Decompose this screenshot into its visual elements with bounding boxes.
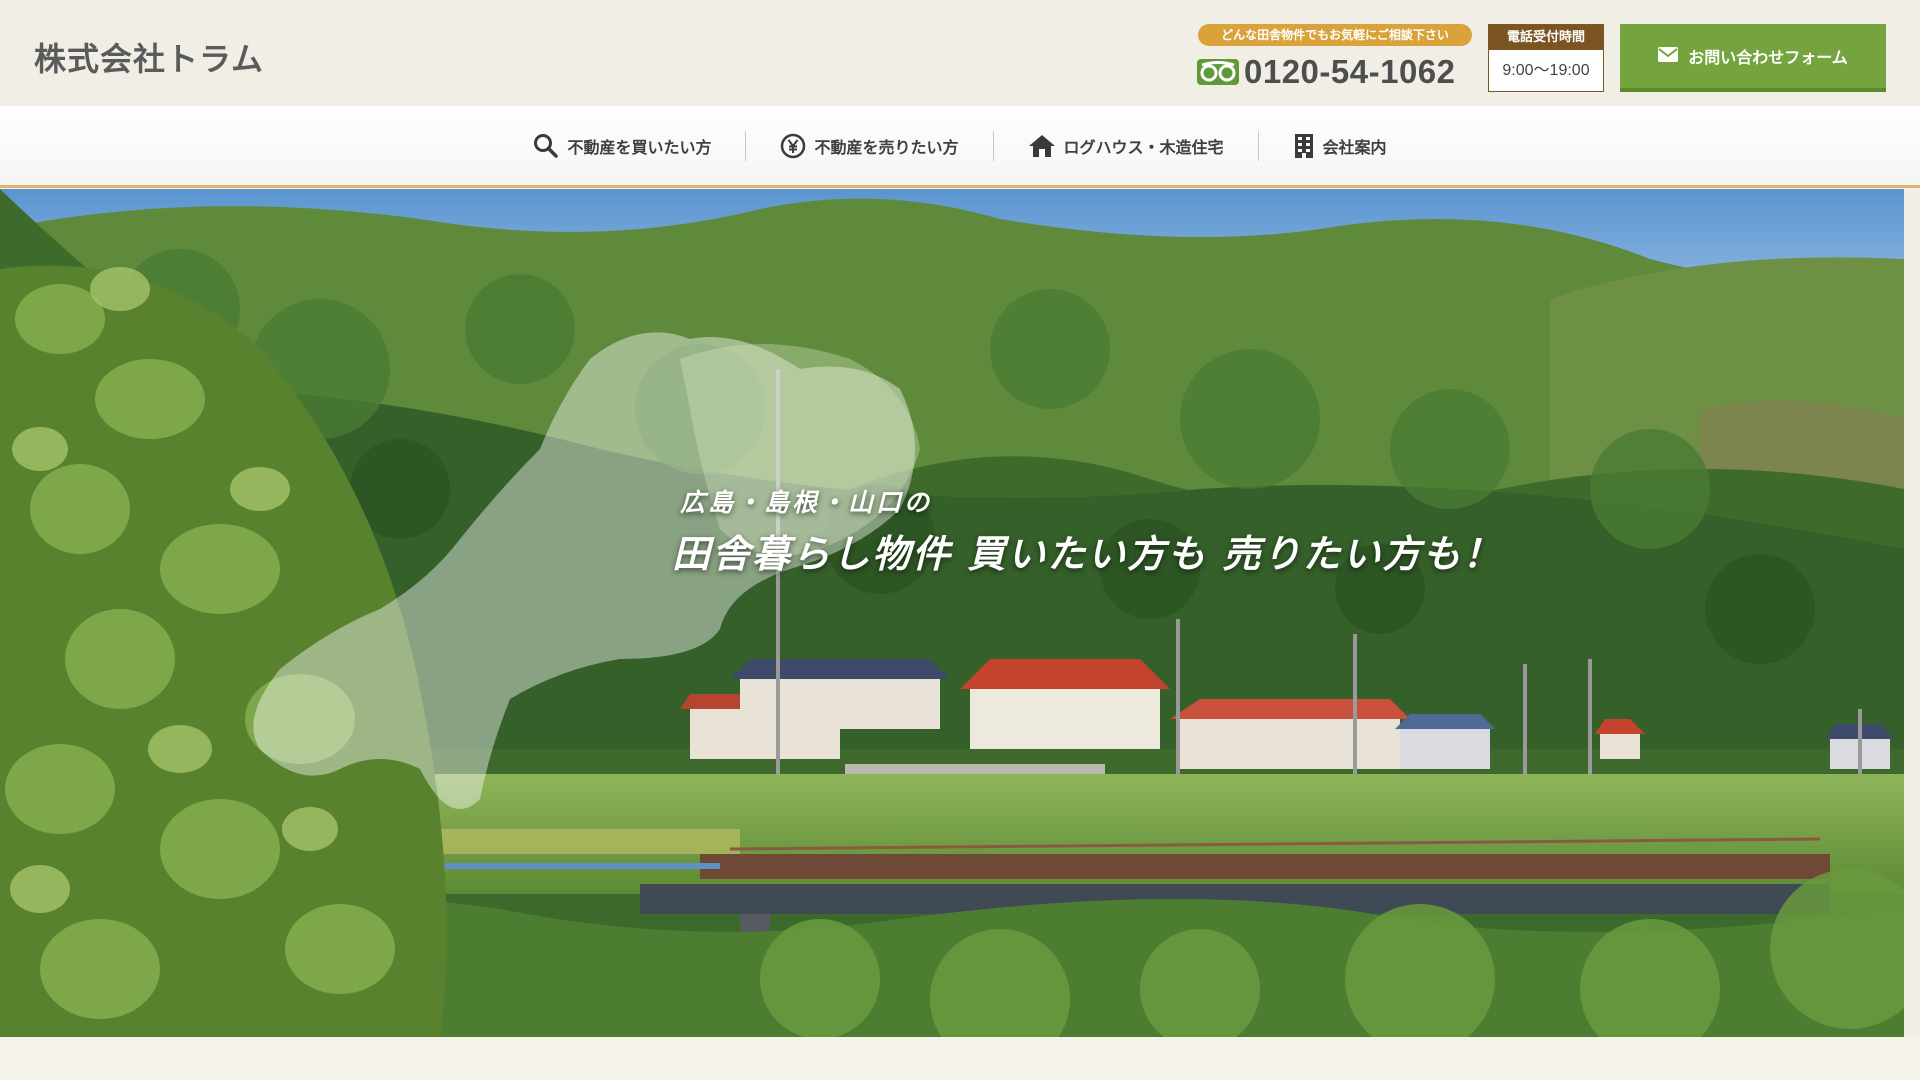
nav-label-sell: 不動産を売りたい方 bbox=[814, 137, 959, 157]
page-bottom-band bbox=[0, 1037, 1920, 1080]
nav-item-sell[interactable]: 不動産を売りたい方 bbox=[746, 131, 992, 161]
contact-form-button[interactable]: お問い合わせフォーム bbox=[1620, 24, 1886, 92]
nav-item-company[interactable]: 会社案内 bbox=[1259, 131, 1421, 161]
hero-sub-heading: 広島・島根・山口の bbox=[680, 488, 933, 517]
phone-row[interactable]: 0120-54-1062 bbox=[1196, 50, 1456, 94]
hours-value: 9:00〜19:00 bbox=[1502, 62, 1590, 79]
nav-label-buy: 不動産を買いたい方 bbox=[567, 137, 712, 157]
business-hours: 電話受付時間 9:00〜19:00 bbox=[1488, 24, 1604, 92]
nav-item-buy[interactable]: 不動産を買いたい方 bbox=[499, 131, 745, 161]
nav-label-loghouse: ログハウス・木造住宅 bbox=[1063, 137, 1224, 157]
freedial-icon bbox=[1196, 57, 1240, 87]
mail-icon bbox=[1658, 46, 1679, 66]
house-icon bbox=[1028, 133, 1056, 159]
hours-title: 電話受付時間 bbox=[1489, 25, 1603, 50]
yen-icon bbox=[780, 133, 806, 159]
search-icon bbox=[533, 133, 559, 159]
phone-note: どんな田舎物件でもお気軽にご相談下さい bbox=[1198, 24, 1472, 46]
phone-number[interactable]: 0120-54-1062 bbox=[1244, 53, 1456, 91]
nav-label-company: 会社案内 bbox=[1322, 137, 1387, 157]
company-logo[interactable]: 株式会社トラム bbox=[34, 34, 264, 80]
phone-contact: どんな田舎物件でもお気軽にご相談下さい 0120-54-1062 bbox=[1196, 24, 1472, 92]
hero-copy: 広島・島根・山口の 田舎暮らし物件 買いたい方も 売りたい方も！ bbox=[672, 483, 1502, 578]
building-icon bbox=[1293, 133, 1315, 159]
hero-main-heading: 田舎暮らし物件 買いたい方も 売りたい方も！ bbox=[672, 532, 1503, 576]
nav-item-loghouse[interactable]: ログハウス・木造住宅 bbox=[994, 131, 1258, 161]
hero-scene-image bbox=[0, 189, 1904, 1037]
hero-banner: 広島・島根・山口の 田舎暮らし物件 買いたい方も 売りたい方も！ bbox=[0, 189, 1904, 1037]
page-scrollbar[interactable] bbox=[1904, 189, 1920, 1037]
global-nav: 不動産を買いたい方 不動産を売りたい方 ログハウス・木造住宅 会社案内 bbox=[0, 106, 1920, 188]
contact-label: お問い合わせフォーム bbox=[1688, 48, 1848, 67]
site-header: 株式会社トラム どんな田舎物件でもお気軽にご相談下さい 0120-54-1062… bbox=[0, 0, 1920, 106]
